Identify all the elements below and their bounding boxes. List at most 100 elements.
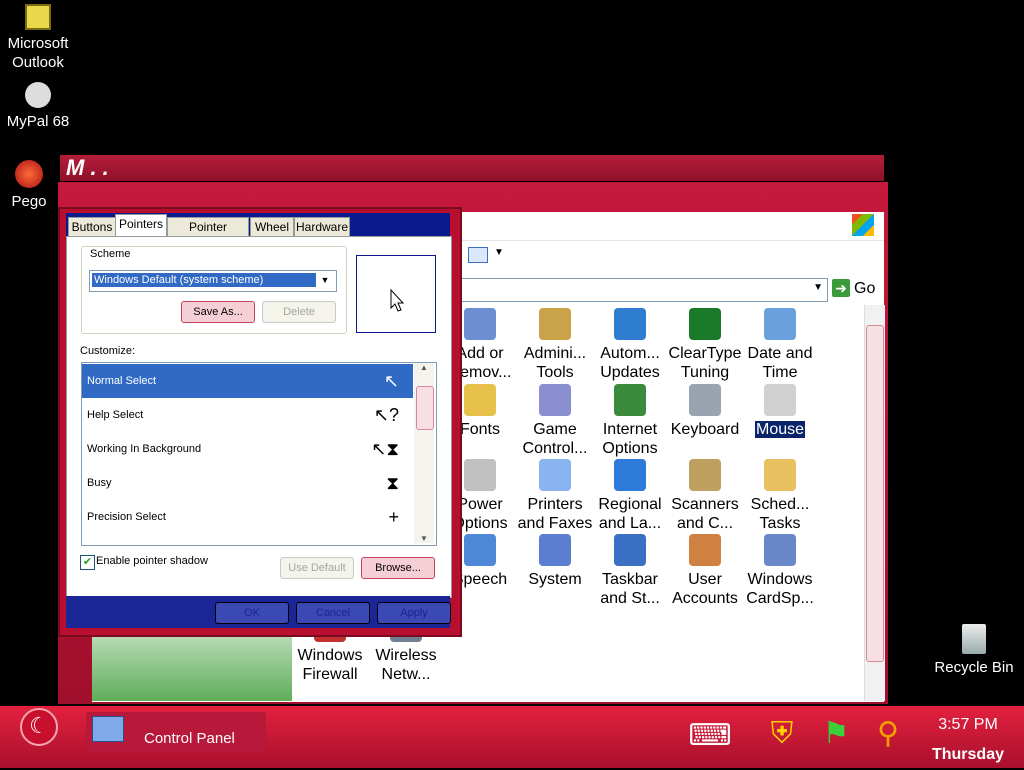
control-panel-item[interactable]: Admini... Tools [517,308,593,382]
crosshair-icon: + [388,507,399,527]
power-icon [464,459,496,491]
desktop-icon-recycle-bin[interactable]: Recycle Bin [934,624,1014,677]
working-cursor-icon: ↖⧗ [371,439,399,459]
go-button[interactable]: ➜ Go [832,279,882,301]
scroll-down-icon[interactable]: ▼ [414,534,434,543]
go-arrow-icon: ➜ [832,279,850,297]
mouse-icon [764,384,796,416]
scheme-label: Scheme [88,248,133,260]
hourglass-icon: ⧗ [386,473,399,493]
control-panel-item[interactable]: Windows CardSp... [742,534,818,608]
control-panel-item[interactable]: Autom... Updates [592,308,668,382]
pego-icon [15,160,43,188]
ok-button[interactable]: OK [215,602,289,624]
security-shield-icon[interactable]: ⛨ [760,712,804,756]
cursor-list-item[interactable]: Help Select ↖? [82,398,413,432]
views-icon[interactable] [468,247,488,263]
control-panel-item-label: Date and Time [747,345,813,381]
admin-tools-icon [539,308,571,340]
desktop-icon-outlook[interactable]: Microsoft Outlook [0,4,78,72]
desktop-icon-label: MyPal 68 [6,113,70,130]
control-panel-item-label: Scanners and C... [671,496,739,532]
fonts-folder-icon [464,384,496,416]
scanner-icon [689,459,721,491]
clock-icon [764,308,796,340]
back-window-titlebar[interactable]: M . . [60,155,884,181]
apply-button[interactable]: Apply [377,602,451,624]
chevron-down-icon[interactable]: ▼ [317,272,333,288]
desktop-icon-pego[interactable]: Pego [0,160,60,211]
control-panel-item[interactable]: ClearType Tuning [667,308,743,382]
views-dropdown-arrow[interactable]: ▼ [494,247,504,258]
clock[interactable]: 3:57 PM Thursday [920,710,1016,770]
cleartype-icon [689,308,721,340]
control-panel-item[interactable]: Keyboard [667,384,743,439]
mypal-icon [25,82,51,108]
control-panel-item[interactable]: User Accounts [667,534,743,608]
network-icon[interactable]: ⚑ [814,712,858,756]
cursor-preview [356,255,436,333]
outlook-icon [25,4,51,30]
cursor-item-label: Working In Background [87,443,202,455]
control-panel-item-label: Mouse [754,421,806,438]
control-panel-item[interactable]: Game Control... [517,384,593,458]
desktop-icon-label: Pego [11,193,47,210]
help-cursor-icon: ↖? [373,405,399,425]
pointer-shadow-label: Enable pointer shadow [96,555,208,567]
regional-globe-icon [614,459,646,491]
cursor-list-item[interactable]: Working In Background ↖⧗ [82,432,413,466]
cursor-list-item[interactable]: Normal Select ↖ [82,364,413,398]
globe-icon [614,384,646,416]
pointer-shadow-checkbox[interactable]: ✔ [80,555,95,570]
control-panel-item[interactable]: Printers and Faxes [517,459,593,533]
control-panel-item[interactable]: Internet Options [592,384,668,458]
browse-button[interactable]: Browse... [361,557,435,579]
control-panel-item-label: Keyboard [670,421,740,438]
tab-hardware[interactable]: Hardware [294,217,350,237]
desktop-icon-mypal[interactable]: MyPal 68 [0,82,78,131]
arrow-cursor-icon [390,288,405,312]
keyboard-icon[interactable]: ⌨ [688,714,732,758]
tab-pointers[interactable]: Pointers [115,214,167,238]
control-panel-item[interactable]: Mouse [742,384,818,439]
keyboard-icon [689,384,721,416]
control-panel-item-label: Windows CardSp... [746,571,814,607]
control-panel-item[interactable]: Regional and La... [592,459,668,533]
cancel-button[interactable]: Cancel [296,602,370,624]
control-panel-item-label: Wireless Netw... [375,647,437,683]
control-panel-item[interactable]: Taskbar and St... [592,534,668,608]
control-panel-item[interactable]: System [517,534,593,589]
delete-button[interactable]: Delete [262,301,336,323]
cursor-list-item[interactable]: Precision Select + [82,500,413,534]
windows-logo-icon [852,214,874,236]
address-input[interactable]: ▼ [440,278,828,302]
scrollbar-thumb[interactable] [866,325,884,662]
list-scrollbar-thumb[interactable] [416,386,434,430]
use-default-button[interactable]: Use Default [280,557,354,579]
control-panel-item-label: Admini... Tools [523,345,587,381]
control-panel-item[interactable]: Scanners and C... [667,459,743,533]
scroll-up-icon[interactable]: ▲ [414,363,434,372]
cursor-list-item[interactable]: Busy ⧗ [82,466,413,500]
tab-pointer-options[interactable]: Pointer Options [167,217,249,253]
customize-label: Customize: [80,345,136,357]
control-panel-item-label: Sched... Tasks [750,496,810,532]
save-as-button[interactable]: Save As... [181,301,255,323]
taskbar-control-panel[interactable]: Control Panel [86,712,266,752]
clock-day: Thursday [931,746,1004,763]
add-remove-icon [464,308,496,340]
tab-wheel[interactable]: Wheel [250,217,294,237]
cursor-item-label: Help Select [87,409,144,421]
control-panel-item-label: Autom... Updates [600,345,660,381]
address-dropdown-icon[interactable]: ▼ [813,282,823,293]
control-panel-item-label: Fonts [459,421,500,438]
gamepad-icon [539,384,571,416]
control-panel-item-label: Printers and Faxes [517,496,593,532]
task-label: Control Panel [144,730,235,747]
tab-buttons[interactable]: Buttons [68,217,116,237]
cursor-item-label: Busy [87,477,112,489]
start-button[interactable]: ☾ [20,708,58,746]
control-panel-item[interactable]: Sched... Tasks [742,459,818,533]
search-icon[interactable]: ⚲ [866,712,910,756]
control-panel-item[interactable]: Date and Time [742,308,818,382]
